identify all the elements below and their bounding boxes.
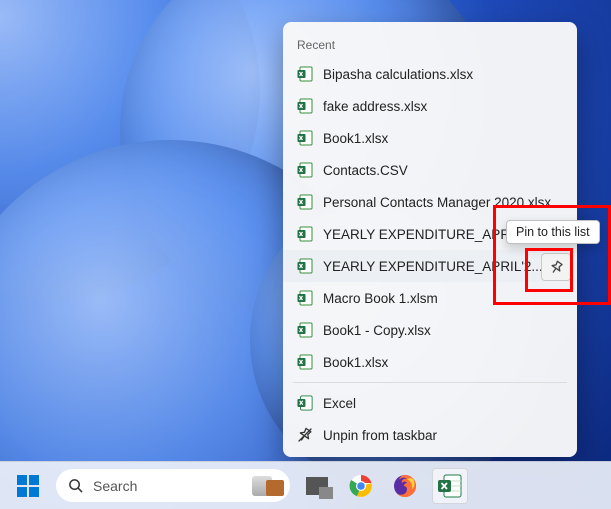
- chrome-icon: [349, 474, 373, 498]
- recent-file-item[interactable]: Contacts.CSV: [283, 154, 577, 186]
- app-launch-label: Excel: [323, 396, 563, 411]
- recent-file-label: Contacts.CSV: [323, 163, 563, 178]
- taskbar-app-excel[interactable]: [432, 468, 468, 504]
- recent-file-label: Book1.xlsx: [323, 131, 563, 146]
- excel-file-icon: [297, 162, 313, 178]
- excel-file-icon: [297, 194, 313, 210]
- excel-file-icon: [297, 354, 313, 370]
- recent-file-label: Macro Book 1.xlsm: [323, 291, 563, 306]
- excel-file-icon: [297, 130, 313, 146]
- start-button[interactable]: [10, 468, 46, 504]
- search-highlight-icon: [252, 476, 284, 496]
- recent-file-item[interactable]: Personal Contacts Manager 2020.xlsx: [283, 186, 577, 218]
- excel-file-icon: [297, 66, 313, 82]
- unpin-icon: [297, 427, 313, 443]
- excel-file-icon: [297, 290, 313, 306]
- taskbar-search-placeholder: Search: [93, 478, 137, 494]
- excel-file-icon: [297, 226, 313, 242]
- task-view-icon: [306, 477, 328, 495]
- recent-file-item[interactable]: Bipasha calculations.xlsx: [283, 58, 577, 90]
- recent-file-item[interactable]: YEARLY EXPENDITURE_APRIL'2...: [283, 250, 577, 282]
- recent-file-label: fake address.xlsx: [323, 99, 563, 114]
- taskbar-search[interactable]: Search: [56, 469, 290, 502]
- excel-app-icon: [297, 395, 313, 411]
- recent-file-item[interactable]: Book1.xlsx: [283, 346, 577, 378]
- excel-file-icon: [297, 322, 313, 338]
- recent-file-label: YEARLY EXPENDITURE_APRIL'2...: [323, 259, 563, 274]
- firefox-icon: [393, 474, 417, 498]
- excel-app-icon: [437, 473, 463, 499]
- recent-file-item[interactable]: Book1 - Copy.xlsx: [283, 314, 577, 346]
- taskbar-app-chrome[interactable]: [344, 469, 378, 503]
- taskbar-app-firefox[interactable]: [388, 469, 422, 503]
- recent-file-label: Book1.xlsx: [323, 355, 563, 370]
- excel-file-icon: [297, 258, 313, 274]
- jump-list-section-header: Recent: [283, 28, 577, 58]
- windows-logo-icon: [17, 475, 39, 497]
- task-view-button[interactable]: [300, 469, 334, 503]
- recent-file-item[interactable]: Book1.xlsx: [283, 122, 577, 154]
- taskbar: Search: [0, 461, 611, 509]
- recent-file-label: Bipasha calculations.xlsx: [323, 67, 563, 82]
- search-icon: [68, 478, 83, 493]
- unpin-from-taskbar-item[interactable]: Unpin from taskbar: [283, 419, 577, 451]
- pin-tooltip: Pin to this list: [506, 220, 600, 244]
- recent-file-item[interactable]: fake address.xlsx: [283, 90, 577, 122]
- recent-file-item[interactable]: Macro Book 1.xlsm: [283, 282, 577, 314]
- excel-file-icon: [297, 98, 313, 114]
- separator: [293, 382, 567, 383]
- unpin-label: Unpin from taskbar: [323, 428, 563, 443]
- recent-file-label: Book1 - Copy.xlsx: [323, 323, 563, 338]
- pin-to-list-button[interactable]: [541, 253, 571, 281]
- recent-file-label: Personal Contacts Manager 2020.xlsx: [323, 195, 563, 210]
- app-launch-item[interactable]: Excel: [283, 387, 577, 419]
